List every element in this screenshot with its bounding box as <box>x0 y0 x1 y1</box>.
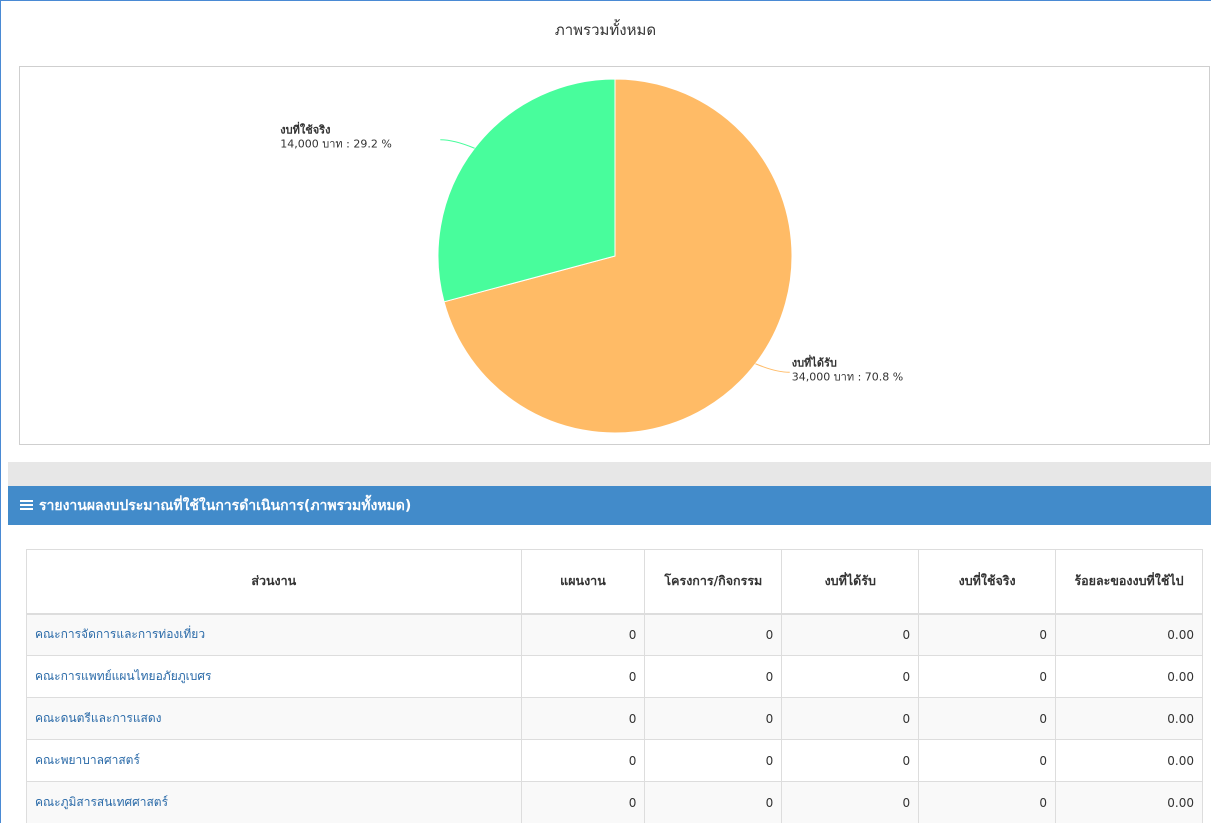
cell-project: 0 <box>644 655 783 698</box>
column-header-percent-used: ร้อยละของงบที่ใช้ไป <box>1055 549 1203 615</box>
cell-plan: 0 <box>520 613 646 656</box>
chart-title: ภาพรวมทั้งหมด <box>554 21 657 39</box>
table-row: คณะภูมิสารสนเทศศาสตร์ 0 0 0 0 0.00 <box>26 781 1203 823</box>
section-divider <box>8 462 1211 486</box>
department-link[interactable]: คณะภูมิสารสนเทศศาสตร์ <box>26 781 522 823</box>
cell-used: 0 <box>918 739 1057 782</box>
table-header-row: ส่วนงาน แผนงาน โครงการ/กิจกรรม งบที่ได้ร… <box>26 549 1203 615</box>
column-header-budget-received: งบที่ได้รับ <box>781 549 920 615</box>
slice-value-label-received: 34,000 บาท : 70.8 % <box>792 370 904 383</box>
cell-percent: 0.00 <box>1055 697 1203 740</box>
cell-project: 0 <box>644 697 783 740</box>
cell-project: 0 <box>644 781 783 823</box>
cell-plan: 0 <box>520 739 646 782</box>
report-panel-body: ส่วนงาน แผนงาน โครงการ/กิจกรรม งบที่ได้ร… <box>8 525 1211 823</box>
cell-used: 0 <box>918 781 1057 823</box>
pie-chart: งบที่ได้รับ34,000 บาท : 70.8 % งบที่ใช้จร… <box>280 78 904 434</box>
column-header-department: ส่วนงาน <box>26 549 522 615</box>
slice-name-received: งบที่ได้รับ <box>792 354 837 369</box>
department-link[interactable]: คณะการจัดการและการท่องเที่ยว <box>26 613 522 656</box>
cell-used: 0 <box>918 697 1057 740</box>
report-title: รายงานผลงบประมาณที่ใช้ในการดำเนินการ(ภาพ… <box>39 497 412 514</box>
table-row: คณะการแพทย์แผนไทยอภัยภูเบศร 0 0 0 0 0.00 <box>26 655 1203 698</box>
report-table: ส่วนงาน แผนงาน โครงการ/กิจกรรม งบที่ได้ร… <box>26 549 1203 823</box>
cell-received: 0 <box>781 655 920 698</box>
cell-used: 0 <box>918 613 1057 656</box>
table-row: คณะดนตรีและการแสดง 0 0 0 0 0.00 <box>26 697 1203 740</box>
pie-chart-container: งบที่ได้รับ 34,000 บาท : 70.8 % งบที่ใช้จร… <box>19 66 1210 445</box>
list-icon <box>20 500 33 511</box>
slice-name-used: งบที่ใช้จริง <box>280 122 330 137</box>
column-header-plan: แผนงาน <box>520 549 646 615</box>
slice-value-label-used: 14,000 บาท : 29.2 % <box>280 138 392 151</box>
department-link[interactable]: คณะการแพทย์แผนไทยอภัยภูเบศร <box>26 655 522 698</box>
cell-project: 0 <box>644 613 783 656</box>
cell-plan: 0 <box>520 781 646 823</box>
cell-percent: 0.00 <box>1055 655 1203 698</box>
cell-received: 0 <box>781 781 920 823</box>
cell-used: 0 <box>918 655 1057 698</box>
cell-plan: 0 <box>520 655 646 698</box>
report-panel-header: รายงานผลงบประมาณที่ใช้ในการดำเนินการ(ภาพ… <box>8 486 1211 525</box>
department-link[interactable]: คณะพยาบาลศาสตร์ <box>26 739 522 782</box>
label-connector-received <box>755 363 790 373</box>
label-connector-used <box>440 139 475 149</box>
table-row: คณะการจัดการและการท่องเที่ยว 0 0 0 0 0.0… <box>26 613 1203 656</box>
cell-received: 0 <box>781 739 920 782</box>
cell-percent: 0.00 <box>1055 781 1203 823</box>
cell-percent: 0.00 <box>1055 613 1203 656</box>
table-row: คณะพยาบาลศาสตร์ 0 0 0 0 0.00 <box>26 739 1203 782</box>
column-header-project: โครงการ/กิจกรรม <box>644 549 783 615</box>
cell-received: 0 <box>781 697 920 740</box>
cell-percent: 0.00 <box>1055 739 1203 782</box>
cell-plan: 0 <box>520 697 646 740</box>
cell-project: 0 <box>644 739 783 782</box>
column-header-budget-used: งบที่ใช้จริง <box>918 549 1057 615</box>
department-link[interactable]: คณะดนตรีและการแสดง <box>26 697 522 740</box>
cell-received: 0 <box>781 613 920 656</box>
